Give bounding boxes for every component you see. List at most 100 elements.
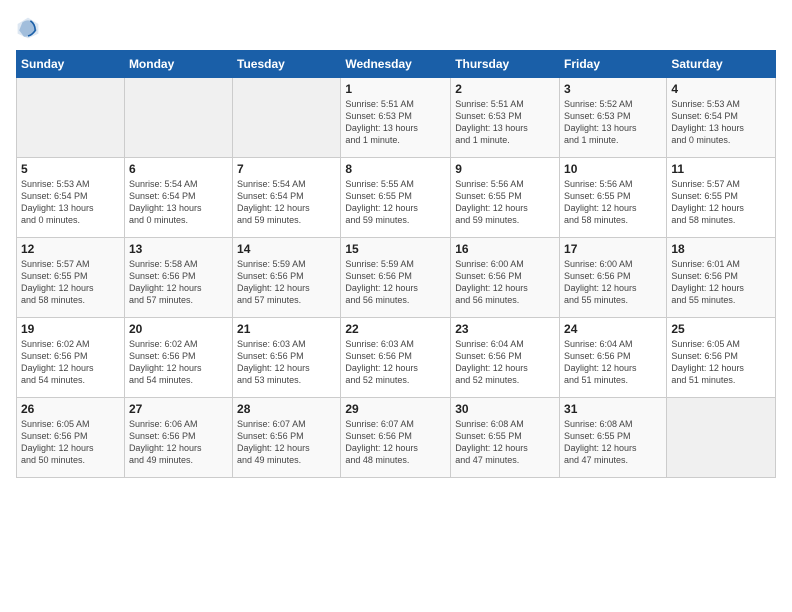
calendar-cell: 2 Sunrise: 5:51 AM Sunset: 6:53 PM Daylig… (451, 78, 560, 158)
day-info: Sunrise: 6:00 AM Sunset: 6:56 PM Dayligh… (455, 258, 555, 307)
day-number: 4 (671, 82, 771, 96)
day-number: 20 (129, 322, 228, 336)
day-number: 29 (345, 402, 446, 416)
day-info: Sunrise: 5:55 AM Sunset: 6:55 PM Dayligh… (345, 178, 446, 227)
day-number: 7 (237, 162, 336, 176)
weekday-header-thursday: Thursday (451, 51, 560, 78)
day-number: 5 (21, 162, 120, 176)
calendar-cell: 28Sunrise: 6:07 AM Sunset: 6:56 PM Dayli… (233, 398, 341, 478)
day-number: 25 (671, 322, 771, 336)
day-number: 11 (671, 162, 771, 176)
day-number: 2 (455, 82, 555, 96)
calendar-cell: 21Sunrise: 6:03 AM Sunset: 6:56 PM Dayli… (233, 318, 341, 398)
calendar-cell: 14 Sunrise: 5:59 AM Sunset: 6:56 PM Dayli… (233, 238, 341, 318)
weekday-header-friday: Friday (560, 51, 667, 78)
day-info: Sunrise: 5:54 AM Sunset: 6:54 PM Dayligh… (237, 178, 336, 227)
calendar-table: SundayMondayTuesdayWednesdayThursdayFrid… (16, 50, 776, 478)
day-number: 14 (237, 242, 336, 256)
day-info: Sunrise: 6:00 AM Sunset: 6:56 PM Dayligh… (564, 258, 662, 307)
page-header (16, 16, 776, 40)
calendar-cell: 17 Sunrise: 6:00 AM Sunset: 6:56 PM Dayli… (560, 238, 667, 318)
calendar-cell (124, 78, 232, 158)
day-info: Sunrise: 6:06 AM Sunset: 6:56 PM Dayligh… (129, 418, 228, 467)
calendar-cell: 29Sunrise: 6:07 AM Sunset: 6:56 PM Dayli… (341, 398, 451, 478)
day-number: 9 (455, 162, 555, 176)
day-info: Sunrise: 6:05 AM Sunset: 6:56 PM Dayligh… (671, 338, 771, 387)
day-info: Sunrise: 5:57 AM Sunset: 6:55 PM Dayligh… (671, 178, 771, 227)
calendar-cell: 7 Sunrise: 5:54 AM Sunset: 6:54 PM Daylig… (233, 158, 341, 238)
weekday-header-wednesday: Wednesday (341, 51, 451, 78)
weekday-header-monday: Monday (124, 51, 232, 78)
calendar-cell: 12Sunrise: 5:57 AM Sunset: 6:55 PM Dayli… (17, 238, 125, 318)
calendar-week-3: 12Sunrise: 5:57 AM Sunset: 6:55 PM Dayli… (17, 238, 776, 318)
calendar-cell: 13 Sunrise: 5:58 AM Sunset: 6:56 PM Dayli… (124, 238, 232, 318)
calendar-week-5: 26 Sunrise: 6:05 AM Sunset: 6:56 PM Dayli… (17, 398, 776, 478)
day-info: Sunrise: 6:01 AM Sunset: 6:56 PM Dayligh… (671, 258, 771, 307)
day-number: 22 (345, 322, 446, 336)
day-number: 1 (345, 82, 446, 96)
calendar-cell: 23 Sunrise: 6:04 AM Sunset: 6:56 PM Dayli… (451, 318, 560, 398)
calendar-cell: 30 Sunrise: 6:08 AM Sunset: 6:55 PM Dayli… (451, 398, 560, 478)
calendar-cell: 18 Sunrise: 6:01 AM Sunset: 6:56 PM Dayli… (667, 238, 776, 318)
calendar-cell: 5 Sunrise: 5:53 AM Sunset: 6:54 PM Daylig… (17, 158, 125, 238)
generalblue-logo-icon (16, 16, 40, 40)
day-info: Sunrise: 5:53 AM Sunset: 6:54 PM Dayligh… (671, 98, 771, 147)
calendar-cell: 4 Sunrise: 5:53 AM Sunset: 6:54 PM Daylig… (667, 78, 776, 158)
calendar-cell: 8Sunrise: 5:55 AM Sunset: 6:55 PM Daylig… (341, 158, 451, 238)
day-number: 17 (564, 242, 662, 256)
day-info: Sunrise: 5:59 AM Sunset: 6:56 PM Dayligh… (237, 258, 336, 307)
calendar-cell: 11 Sunrise: 5:57 AM Sunset: 6:55 PM Dayli… (667, 158, 776, 238)
calendar-cell: 24Sunrise: 6:04 AM Sunset: 6:56 PM Dayli… (560, 318, 667, 398)
day-info: Sunrise: 5:51 AM Sunset: 6:53 PM Dayligh… (455, 98, 555, 147)
calendar-cell: 31 Sunrise: 6:08 AM Sunset: 6:55 PM Dayli… (560, 398, 667, 478)
calendar-cell: 1 Sunrise: 5:51 AM Sunset: 6:53 PM Daylig… (341, 78, 451, 158)
calendar-cell: 16 Sunrise: 6:00 AM Sunset: 6:56 PM Dayli… (451, 238, 560, 318)
day-info: Sunrise: 6:04 AM Sunset: 6:56 PM Dayligh… (455, 338, 555, 387)
day-info: Sunrise: 6:05 AM Sunset: 6:56 PM Dayligh… (21, 418, 120, 467)
weekday-header-tuesday: Tuesday (233, 51, 341, 78)
day-number: 13 (129, 242, 228, 256)
day-number: 15 (345, 242, 446, 256)
day-number: 18 (671, 242, 771, 256)
day-number: 30 (455, 402, 555, 416)
day-number: 16 (455, 242, 555, 256)
calendar-cell (667, 398, 776, 478)
day-number: 10 (564, 162, 662, 176)
calendar-cell: 20 Sunrise: 6:02 AM Sunset: 6:56 PM Dayli… (124, 318, 232, 398)
calendar-cell (17, 78, 125, 158)
day-info: Sunrise: 5:54 AM Sunset: 6:54 PM Dayligh… (129, 178, 228, 227)
calendar-week-2: 5 Sunrise: 5:53 AM Sunset: 6:54 PM Daylig… (17, 158, 776, 238)
day-info: Sunrise: 5:53 AM Sunset: 6:54 PM Dayligh… (21, 178, 120, 227)
calendar-cell: 10Sunrise: 5:56 AM Sunset: 6:55 PM Dayli… (560, 158, 667, 238)
calendar-cell: 3 Sunrise: 5:52 AM Sunset: 6:53 PM Daylig… (560, 78, 667, 158)
calendar-cell: 19Sunrise: 6:02 AM Sunset: 6:56 PM Dayli… (17, 318, 125, 398)
calendar-cell: 25 Sunrise: 6:05 AM Sunset: 6:56 PM Dayli… (667, 318, 776, 398)
day-info: Sunrise: 5:59 AM Sunset: 6:56 PM Dayligh… (345, 258, 446, 307)
calendar-cell: 22Sunrise: 6:03 AM Sunset: 6:56 PM Dayli… (341, 318, 451, 398)
calendar-cell: 26 Sunrise: 6:05 AM Sunset: 6:56 PM Dayli… (17, 398, 125, 478)
day-info: Sunrise: 5:57 AM Sunset: 6:55 PM Dayligh… (21, 258, 120, 307)
day-info: Sunrise: 5:51 AM Sunset: 6:53 PM Dayligh… (345, 98, 446, 147)
calendar-week-1: 1 Sunrise: 5:51 AM Sunset: 6:53 PM Daylig… (17, 78, 776, 158)
day-number: 3 (564, 82, 662, 96)
day-info: Sunrise: 6:08 AM Sunset: 6:55 PM Dayligh… (564, 418, 662, 467)
day-number: 26 (21, 402, 120, 416)
day-info: Sunrise: 6:08 AM Sunset: 6:55 PM Dayligh… (455, 418, 555, 467)
calendar-cell: 15 Sunrise: 5:59 AM Sunset: 6:56 PM Dayli… (341, 238, 451, 318)
calendar-cell: 6 Sunrise: 5:54 AM Sunset: 6:54 PM Daylig… (124, 158, 232, 238)
day-info: Sunrise: 5:56 AM Sunset: 6:55 PM Dayligh… (455, 178, 555, 227)
day-number: 6 (129, 162, 228, 176)
day-info: Sunrise: 6:02 AM Sunset: 6:56 PM Dayligh… (129, 338, 228, 387)
day-info: Sunrise: 6:04 AM Sunset: 6:56 PM Dayligh… (564, 338, 662, 387)
day-number: 23 (455, 322, 555, 336)
day-info: Sunrise: 5:58 AM Sunset: 6:56 PM Dayligh… (129, 258, 228, 307)
calendar-cell: 9 Sunrise: 5:56 AM Sunset: 6:55 PM Daylig… (451, 158, 560, 238)
day-number: 31 (564, 402, 662, 416)
calendar-cell (233, 78, 341, 158)
day-info: Sunrise: 5:52 AM Sunset: 6:53 PM Dayligh… (564, 98, 662, 147)
logo (16, 16, 44, 40)
weekday-header-saturday: Saturday (667, 51, 776, 78)
day-info: Sunrise: 6:07 AM Sunset: 6:56 PM Dayligh… (237, 418, 336, 467)
calendar-cell: 27Sunrise: 6:06 AM Sunset: 6:56 PM Dayli… (124, 398, 232, 478)
day-info: Sunrise: 6:02 AM Sunset: 6:56 PM Dayligh… (21, 338, 120, 387)
